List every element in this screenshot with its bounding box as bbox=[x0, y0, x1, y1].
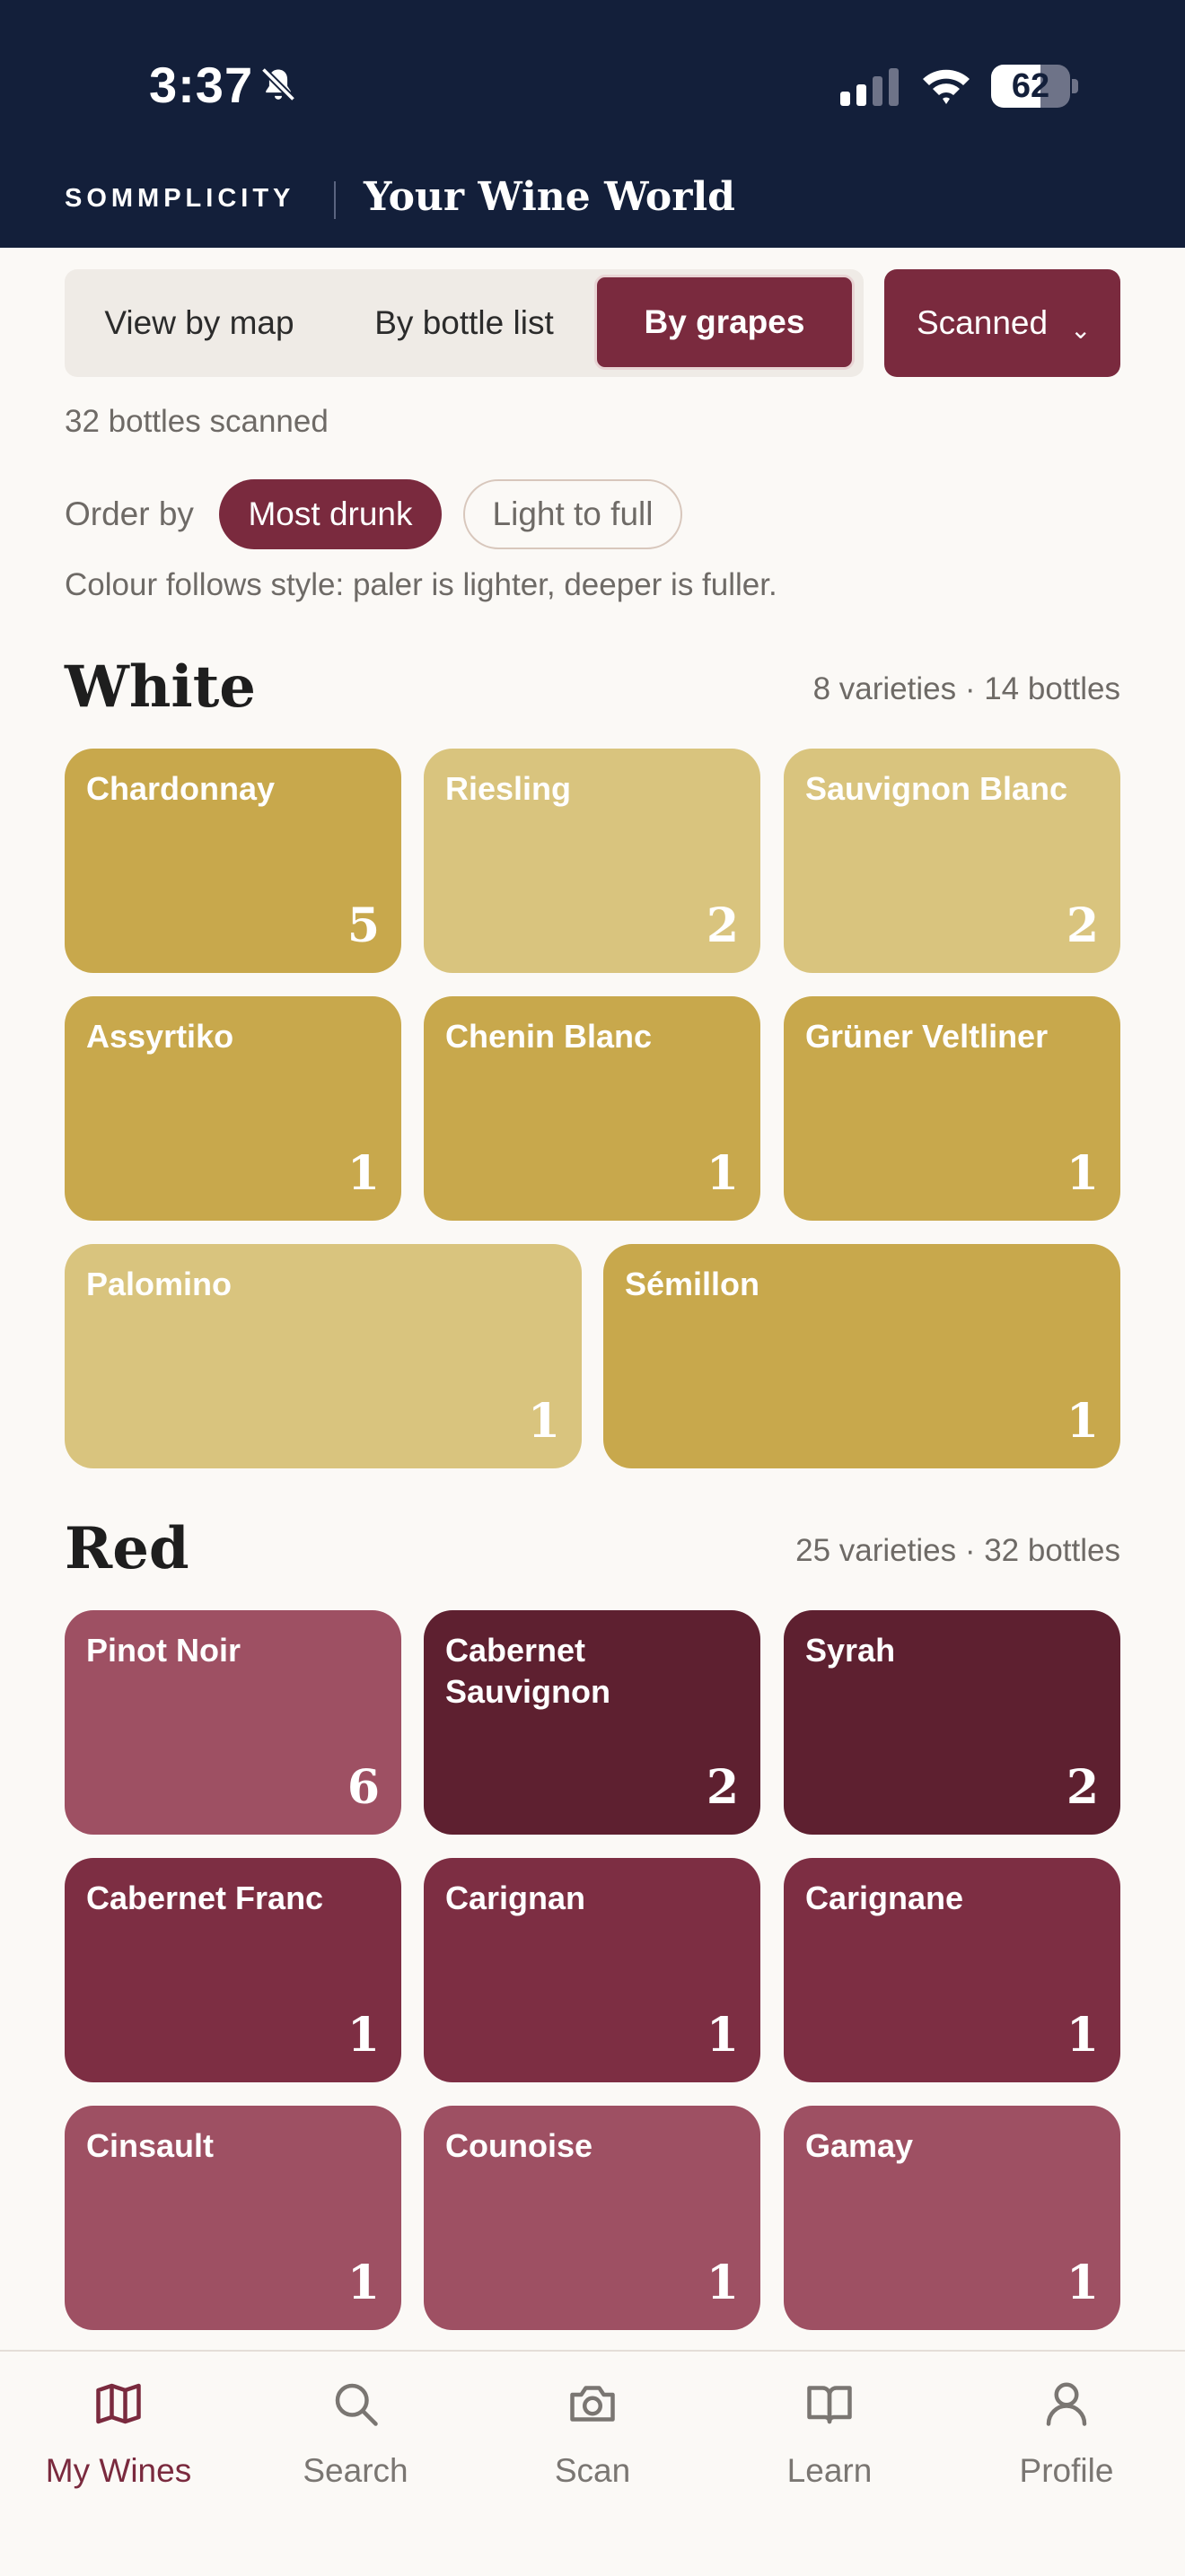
grape-bottle-count: 1 bbox=[347, 2256, 380, 2310]
grape-bottle-count: 1 bbox=[1066, 1146, 1099, 1201]
tab-label: Scan bbox=[554, 2452, 631, 2489]
grape-bottle-count: 1 bbox=[706, 1146, 739, 1201]
white-section-stats: 8 varieties · 14 bottles bbox=[812, 671, 1120, 706]
grape-bottle-count: 1 bbox=[347, 1146, 380, 1201]
grape-tile[interactable]: Chenin Blanc 1 bbox=[424, 996, 760, 1221]
grape-name: Riesling bbox=[445, 770, 572, 807]
tab-my-wines[interactable]: My Wines bbox=[0, 2352, 237, 2504]
wifi-icon bbox=[923, 69, 970, 104]
grape-name: Sauvignon Blanc bbox=[805, 770, 1068, 807]
grape-name: Gamay bbox=[805, 2127, 914, 2164]
bottles-scanned-count: 32 bottles scanned bbox=[65, 404, 329, 439]
brand-wordmark: SOMMPLICITY bbox=[65, 184, 295, 213]
person-icon bbox=[1046, 2382, 1087, 2426]
red-section-title: Red bbox=[65, 1515, 189, 1582]
map-icon bbox=[96, 2383, 141, 2424]
grape-bottle-count: 1 bbox=[706, 2256, 739, 2310]
grape-tile[interactable]: Carignane 1 bbox=[784, 1858, 1120, 2082]
grape-name: Palomino bbox=[86, 1266, 233, 1302]
grape-name: Cabernet Franc bbox=[86, 1879, 324, 1916]
grape-bottle-count: 1 bbox=[1066, 2008, 1099, 2063]
bottom-tab-bar: My Wines Search Scan Learn Profile bbox=[0, 2350, 1185, 2576]
grape-bottle-count: 2 bbox=[1066, 898, 1099, 953]
scanned-filter-dropdown[interactable]: Scanned ⌄ bbox=[884, 269, 1120, 377]
grape-tile[interactable]: Cabernet Franc 1 bbox=[65, 1858, 401, 2082]
tab-label: My Wines bbox=[45, 2452, 192, 2489]
tab-label: Profile bbox=[1019, 2452, 1114, 2489]
order-light-to-full-chip[interactable]: Light to full bbox=[463, 479, 682, 549]
grape-bottle-count: 1 bbox=[347, 2008, 380, 2063]
app-header: 3:37 62 SOMMPLICITY Your Wine World bbox=[0, 0, 1185, 248]
view-by-list-button[interactable]: By bottle list bbox=[334, 269, 594, 377]
status-time: 3:37 bbox=[149, 57, 254, 113]
white-section-title: White bbox=[65, 653, 256, 721]
grape-name: Pinot Noir bbox=[86, 1632, 241, 1669]
view-by-map-button[interactable]: View by map bbox=[65, 269, 334, 377]
grape-bottle-count: 2 bbox=[706, 1760, 739, 1815]
view-mode-switch: View by map By bottle list By grapes bbox=[65, 269, 864, 377]
brand-divider bbox=[334, 181, 336, 219]
grape-name: Syrah bbox=[805, 1632, 896, 1669]
grape-tile[interactable]: Sauvignon Blanc 2 bbox=[784, 749, 1120, 973]
grape-tile[interactable]: Cabernet Sauvignon 2 bbox=[424, 1610, 760, 1835]
tab-label: Learn bbox=[786, 2452, 873, 2489]
grape-tile[interactable]: Pinot Noir 6 bbox=[65, 1610, 401, 1835]
grape-tile[interactable]: Sémillon 1 bbox=[603, 1244, 1120, 1468]
grape-bottle-count: 1 bbox=[706, 2008, 739, 2063]
signal-icon bbox=[840, 68, 899, 106]
grape-name: Cabernet Sauvignon bbox=[445, 1632, 611, 1710]
grape-name: Carignane bbox=[805, 1879, 964, 1916]
grape-name: Grüner Veltliner bbox=[805, 1018, 1049, 1055]
silent-bell-icon bbox=[260, 66, 296, 102]
camera-icon bbox=[570, 2386, 615, 2422]
grape-bottle-count: 1 bbox=[1066, 2256, 1099, 2310]
view-by-grapes-button[interactable]: By grapes bbox=[594, 275, 855, 370]
grape-tile[interactable]: Chardonnay 5 bbox=[65, 749, 401, 973]
tab-learn[interactable]: Learn bbox=[711, 2352, 948, 2504]
grape-name: Carignan bbox=[445, 1879, 586, 1916]
grape-bottle-count: 2 bbox=[1066, 1760, 1099, 1815]
grape-tile[interactable]: Palomino 1 bbox=[65, 1244, 582, 1468]
grape-tile[interactable]: Carignan 1 bbox=[424, 1858, 760, 2082]
grape-bottle-count: 1 bbox=[527, 1394, 560, 1449]
grape-name: Chardonnay bbox=[86, 770, 276, 807]
grape-name: Chenin Blanc bbox=[445, 1018, 653, 1055]
grape-bottle-count: 6 bbox=[347, 1760, 380, 1815]
grape-bottle-count: 5 bbox=[347, 898, 380, 953]
red-section-stats: 25 varieties · 32 bottles bbox=[795, 1533, 1120, 1568]
chevron-down-icon: ⌄ bbox=[1070, 316, 1092, 344]
battery-indicator: 62 bbox=[991, 65, 1079, 108]
grape-tile[interactable]: Counoise 1 bbox=[424, 2106, 760, 2330]
book-icon bbox=[807, 2386, 852, 2424]
order-most-drunk-chip[interactable]: Most drunk bbox=[219, 479, 442, 549]
grape-tile[interactable]: Cinsault 1 bbox=[65, 2106, 401, 2330]
grape-name: Counoise bbox=[445, 2127, 593, 2164]
grape-tile[interactable]: Riesling 2 bbox=[424, 749, 760, 973]
grape-tile[interactable]: Assyrtiko 1 bbox=[65, 996, 401, 1221]
search-icon bbox=[335, 2383, 378, 2426]
tab-profile[interactable]: Profile bbox=[948, 2352, 1185, 2504]
tab-scan[interactable]: Scan bbox=[474, 2352, 711, 2504]
battery-level-text: 62 bbox=[1011, 67, 1050, 105]
scanned-filter-label: Scanned bbox=[917, 304, 1049, 341]
colour-legend-note: Colour follows style: paler is lighter, … bbox=[65, 567, 777, 602]
grape-tile[interactable]: Gamay 1 bbox=[784, 2106, 1120, 2330]
grape-bottle-count: 1 bbox=[1066, 1394, 1099, 1449]
grape-tile[interactable]: Grüner Veltliner 1 bbox=[784, 996, 1120, 1221]
tab-search[interactable]: Search bbox=[237, 2352, 474, 2504]
tab-label: Search bbox=[303, 2452, 408, 2489]
page-title: Your Wine World bbox=[364, 174, 735, 220]
grape-name: Assyrtiko bbox=[86, 1018, 234, 1055]
grape-bottle-count: 2 bbox=[706, 898, 739, 953]
grape-name: Cinsault bbox=[86, 2127, 215, 2164]
grape-tile[interactable]: Syrah 2 bbox=[784, 1610, 1120, 1835]
grape-name: Sémillon bbox=[625, 1266, 760, 1302]
order-by-label: Order by bbox=[65, 495, 194, 532]
